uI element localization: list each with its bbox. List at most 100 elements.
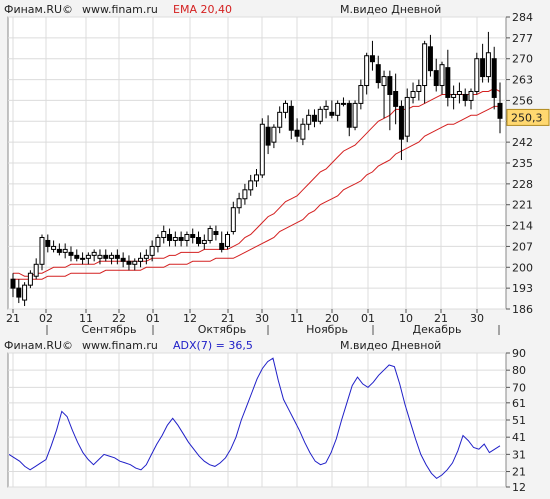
candle-down xyxy=(462,93,468,101)
candle-up xyxy=(91,251,97,256)
price-ytick-label: 228 xyxy=(512,178,533,191)
candle-up xyxy=(236,198,242,209)
adx-ytick-label: 31 xyxy=(512,448,526,461)
candle-down xyxy=(311,114,317,122)
candle-down xyxy=(427,46,433,72)
candle-down xyxy=(120,257,126,262)
candle-up xyxy=(352,102,358,128)
candle-up xyxy=(451,93,457,98)
candle-down xyxy=(190,234,196,238)
candle-up xyxy=(485,52,491,78)
candle-up xyxy=(259,123,265,176)
candle-down xyxy=(68,251,74,256)
candle-up xyxy=(39,236,45,265)
candle-up xyxy=(439,64,445,87)
candle-up xyxy=(80,257,86,260)
candle-up xyxy=(358,85,364,104)
candle-up xyxy=(416,85,422,92)
price-xtick-label: 10 xyxy=(399,312,413,325)
price-xtick-label: 30 xyxy=(255,312,269,325)
adx-ytick-label: 12 xyxy=(512,481,526,494)
chart-canvas: 2842772702632562492422352282212142072001… xyxy=(6,11,550,494)
candle-up xyxy=(230,207,236,233)
candle-up xyxy=(51,245,57,250)
price-xtick-label: 12 xyxy=(183,312,197,325)
candle-down xyxy=(10,278,16,289)
candle-up xyxy=(138,257,144,262)
candle-up xyxy=(422,43,428,87)
price-xtick-label: 02 xyxy=(39,312,53,325)
price-xtick-label: 01 xyxy=(361,312,375,325)
candle-down xyxy=(433,70,439,87)
candle-up xyxy=(242,189,248,200)
candle-up xyxy=(340,102,346,105)
candle-up xyxy=(404,96,410,137)
candle-up xyxy=(317,108,323,122)
candle-down xyxy=(491,58,497,98)
candle-down xyxy=(103,254,109,259)
candle-up xyxy=(306,114,312,125)
candle-up xyxy=(300,123,306,140)
candle-down xyxy=(265,126,271,146)
candle-up xyxy=(149,245,155,256)
adx-ytick-label: 80 xyxy=(512,364,526,377)
candle-up xyxy=(184,234,190,241)
candle-down xyxy=(387,76,393,95)
candle-down xyxy=(126,260,132,265)
month-label: Сентябрь xyxy=(82,323,137,336)
price-ytick-label: 221 xyxy=(512,199,533,212)
price-ytick-label: 200 xyxy=(512,261,533,274)
price-ytick-label: 284 xyxy=(512,11,533,24)
price-xtick-label: 01 xyxy=(146,312,160,325)
candle-down xyxy=(16,287,22,298)
price-ytick-label: 186 xyxy=(512,303,533,316)
month-label: Октябрь xyxy=(198,323,247,336)
price-ytick-label: 193 xyxy=(512,282,533,295)
candle-up xyxy=(468,90,474,101)
candle-down xyxy=(346,102,352,128)
adx-ytick-label: 21 xyxy=(512,466,526,479)
candle-down xyxy=(445,67,451,98)
price-ytick-label: 207 xyxy=(512,240,533,253)
candle-up xyxy=(172,236,178,241)
price-ytick-label: 242 xyxy=(512,136,533,149)
candle-down xyxy=(294,129,300,137)
candle-up xyxy=(271,126,277,143)
candle-up xyxy=(282,102,288,113)
candle-up xyxy=(132,260,138,265)
candle-up xyxy=(62,248,68,253)
price-ytick-label: 270 xyxy=(512,53,533,66)
candle-up xyxy=(474,58,480,92)
candle-down xyxy=(480,58,486,78)
candle-up xyxy=(207,228,213,241)
candle-down xyxy=(74,254,80,259)
price-xtick-label: 30 xyxy=(470,312,484,325)
adx-ytick-label: 61 xyxy=(512,397,526,410)
current-value-label: 250,3 xyxy=(511,111,543,124)
candle-down xyxy=(375,64,381,84)
candle-down xyxy=(56,248,62,253)
price-xtick-label: 21 xyxy=(6,312,20,325)
candle-up xyxy=(22,284,28,301)
price-xtick-label: 11 xyxy=(290,312,304,325)
candle-up xyxy=(381,76,387,87)
candle-up xyxy=(143,254,149,259)
candle-up xyxy=(155,236,161,247)
price-ytick-label: 263 xyxy=(512,74,533,87)
candle-up xyxy=(456,90,462,95)
candle-up xyxy=(85,254,91,259)
candle-down xyxy=(398,105,404,140)
month-label: Декабрь xyxy=(413,323,462,336)
adx-ytick-label: 51 xyxy=(512,414,526,427)
candle-down xyxy=(45,239,51,247)
price-ytick-label: 277 xyxy=(512,32,533,45)
candle-up xyxy=(201,239,207,244)
candle-up xyxy=(225,234,231,247)
candle-up xyxy=(109,254,115,259)
price-ytick-label: 235 xyxy=(512,157,533,170)
candle-up xyxy=(161,231,167,238)
candle-down xyxy=(288,105,294,131)
price-ytick-label: 214 xyxy=(512,220,533,233)
candle-up xyxy=(254,174,259,182)
candle-down xyxy=(393,90,399,107)
